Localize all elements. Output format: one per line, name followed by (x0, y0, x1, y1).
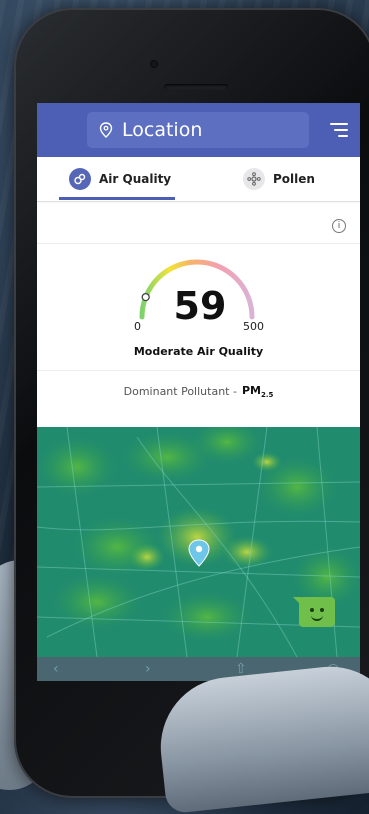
pollutant-subscript: 2.5 (260, 390, 274, 399)
location-search-field[interactable]: Location (87, 112, 309, 148)
pollen-icon (243, 168, 265, 190)
tab-pollen-label: Pollen (273, 172, 315, 186)
tab-bar: Air Quality Pollen (37, 157, 360, 202)
tab-air-quality-label: Air Quality (99, 172, 172, 186)
gauge-min-label: 0 (134, 320, 141, 333)
phone-speaker (164, 84, 228, 90)
pollutant-value: PM2.5 (241, 383, 274, 399)
air-quality-icon (69, 168, 91, 190)
gauge-marker (141, 292, 150, 302)
location-placeholder: Location (122, 119, 203, 141)
gauge-max-label: 500 (243, 320, 264, 333)
info-icon[interactable]: i (332, 219, 346, 233)
back-arrow-icon[interactable]: ‹ (53, 661, 59, 677)
chat-eye-right (320, 608, 324, 612)
active-tab-indicator (59, 197, 175, 200)
chat-bot-button[interactable] (293, 597, 335, 627)
forward-arrow-icon[interactable]: › (145, 661, 151, 677)
dominant-pollutant-row: Dominant Pollutant - PM2.5 (37, 370, 360, 411)
air-quality-map[interactable] (37, 427, 360, 657)
front-camera (150, 60, 158, 68)
tab-air-quality[interactable]: Air Quality (69, 157, 171, 201)
aqi-description: Moderate Air Quality (133, 345, 264, 358)
divider (37, 243, 360, 244)
aqi-value: 59 (173, 284, 227, 328)
chat-smile (311, 614, 323, 621)
menu-icon[interactable] (330, 123, 348, 137)
chat-eye-left (310, 608, 314, 612)
app-header: Location (37, 103, 360, 157)
pollutant-label: Dominant Pollutant - (123, 384, 237, 398)
location-pin-icon (99, 122, 113, 138)
tab-pollen[interactable]: Pollen (243, 157, 315, 201)
